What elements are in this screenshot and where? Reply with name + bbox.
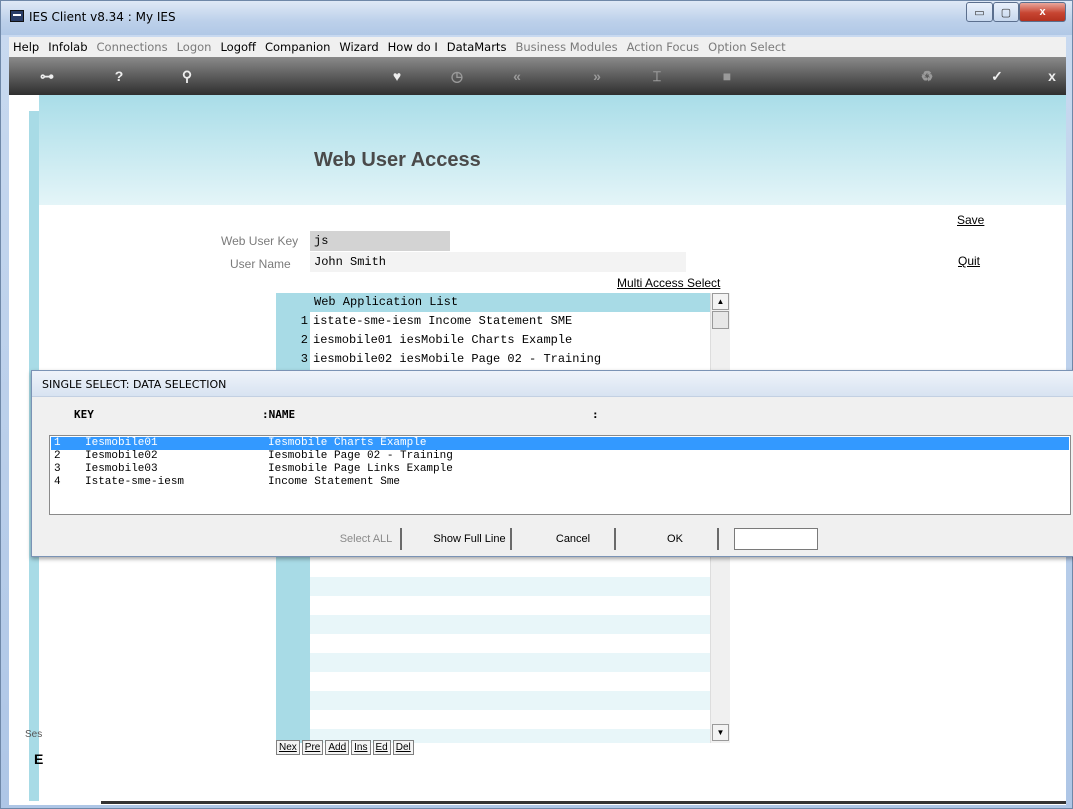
status-divider: [101, 801, 1066, 804]
title-bar[interactable]: IES Client v8.34 : My IES ▭ ▢ x: [1, 1, 1072, 35]
help-icon[interactable]: ?: [109, 66, 129, 86]
dialog-column-headers: KEY :NAME :: [32, 399, 1073, 429]
exit-icon[interactable]: x: [1042, 66, 1062, 86]
delete-button[interactable]: Del: [392, 740, 414, 755]
save-link[interactable]: Save: [957, 213, 984, 227]
maximize-button[interactable]: ▢: [993, 2, 1019, 22]
row-key: Iesmobile01: [85, 437, 158, 449]
toolbar: ⊶ ? ⚲ ♥ ◷ « » ⌶ ■ ♻ ✓ x: [9, 57, 1066, 95]
window-title: IES Client v8.34 : My IES: [29, 10, 176, 24]
list-item[interactable]: 4 Istate-sme-iesm Income Statement Sme: [51, 476, 1069, 489]
multi-access-select-link[interactable]: Multi Access Select: [617, 276, 720, 290]
rewind-icon[interactable]: «: [507, 66, 527, 86]
user-name-input[interactable]: John Smith: [310, 252, 686, 272]
row-key: Iesmobile03: [85, 463, 158, 475]
next-button[interactable]: Nex: [276, 740, 300, 755]
list-item[interactable]: 3 Iesmobile03 Iesmobile Page Links Examp…: [51, 463, 1069, 476]
menu-infolab[interactable]: Infolab: [48, 40, 87, 54]
quit-link[interactable]: Quit: [958, 254, 980, 268]
menu-datamarts[interactable]: DataMarts: [447, 40, 507, 54]
empty-row[interactable]: [310, 577, 710, 596]
recycle-icon[interactable]: ♻: [917, 66, 937, 86]
dialog-text-input[interactable]: [734, 528, 818, 550]
list-item[interactable]: 1 Iesmobile01 Iesmobile Charts Example: [51, 437, 1069, 450]
empty-row[interactable]: [310, 691, 710, 710]
row-name: Iesmobile Page Links Example: [268, 463, 453, 475]
close-button[interactable]: x: [1019, 2, 1066, 22]
user-name-label: User Name: [230, 257, 291, 271]
dialog-button-bar: Select ALL Show Full Line Cancel OK: [32, 528, 1073, 552]
web-user-key-input[interactable]: js: [310, 231, 450, 251]
single-select-dialog: SINGLE SELECT: DATA SELECTION KEY :NAME …: [31, 370, 1073, 557]
row-number: 3: [300, 352, 308, 366]
page-title: Web User Access: [314, 149, 481, 171]
show-full-line-button[interactable]: Show Full Line: [429, 528, 512, 550]
check-icon[interactable]: ✓: [987, 66, 1007, 86]
web-user-key-label: Web User Key: [221, 234, 299, 248]
selection-list: 1 Iesmobile01 Iesmobile Charts Example 2…: [49, 435, 1071, 515]
ok-button[interactable]: OK: [633, 528, 719, 550]
row-number: 2: [54, 450, 61, 462]
extra-column-header: :: [592, 408, 599, 421]
key-column-header: KEY: [74, 408, 94, 421]
row-text: iesmobile02 iesMobile Page 02 - Training: [313, 352, 602, 366]
clock-icon[interactable]: ◷: [447, 66, 467, 86]
menu-how-do-i[interactable]: How do I: [388, 40, 438, 54]
previous-button[interactable]: Pre: [301, 740, 324, 755]
menu-bar: Help Infolab Connections Logon Logoff Co…: [9, 37, 1066, 57]
row-key: Istate-sme-iesm: [85, 476, 185, 488]
row-text: istate-sme-iesm Income Statement SME: [313, 314, 573, 328]
scroll-up-button[interactable]: ▲: [712, 293, 729, 310]
empty-row[interactable]: [310, 653, 710, 672]
list-item[interactable]: 2 iesmobile01 iesMobile Charts Example: [276, 331, 710, 350]
add-button[interactable]: Add: [325, 740, 350, 755]
list-header: Web Application List: [310, 293, 710, 312]
app-window: IES Client v8.34 : My IES ▭ ▢ x Help Inf…: [0, 0, 1073, 809]
menu-connections[interactable]: Connections: [97, 40, 168, 54]
app-icon[interactable]: [10, 10, 24, 22]
menu-business-modules[interactable]: Business Modules: [515, 40, 617, 54]
menu-option-select[interactable]: Option Select: [708, 40, 786, 54]
list-item[interactable]: 3 iesmobile02 iesMobile Page 02 - Traini…: [276, 350, 710, 369]
row-name: Iesmobile Charts Example: [268, 437, 427, 449]
menu-help[interactable]: Help: [13, 40, 39, 54]
search-icon[interactable]: ⚲: [177, 66, 197, 86]
menu-action-focus[interactable]: Action Focus: [627, 40, 700, 54]
row-number: 1: [54, 437, 61, 449]
menu-logon[interactable]: Logon: [177, 40, 212, 54]
row-name: Iesmobile Page 02 - Training: [268, 450, 453, 462]
minimize-button[interactable]: ▭: [966, 2, 993, 22]
scroll-thumb[interactable]: [712, 311, 729, 329]
row-name: Income Statement Sme: [268, 476, 401, 488]
edit-button[interactable]: Ed: [372, 740, 391, 755]
list-item[interactable]: 2 Iesmobile02 Iesmobile Page 02 - Traini…: [51, 450, 1069, 463]
row-number: 2: [300, 333, 308, 347]
menu-logoff[interactable]: Logoff: [220, 40, 256, 54]
insert-button[interactable]: Ins: [351, 740, 371, 755]
cancel-button[interactable]: Cancel: [532, 528, 616, 550]
menu-companion[interactable]: Companion: [265, 40, 330, 54]
stop-icon[interactable]: ■: [717, 66, 737, 86]
scroll-down-button[interactable]: ▼: [712, 724, 729, 741]
menu-wizard[interactable]: Wizard: [339, 40, 378, 54]
select-all-button[interactable]: Select ALL: [332, 528, 402, 550]
session-icon[interactable]: E: [34, 751, 43, 767]
dialog-title[interactable]: SINGLE SELECT: DATA SELECTION: [32, 371, 1073, 397]
session-label: Ses: [25, 729, 43, 740]
header-banner: [39, 95, 1066, 205]
row-key: Iesmobile02: [85, 450, 158, 462]
tools-icon[interactable]: ⌶: [647, 66, 667, 86]
list-item[interactable]: 1 istate-sme-iesm Income Statement SME: [276, 312, 710, 331]
key-icon[interactable]: ⊶: [35, 66, 59, 86]
row-text: iesmobile01 iesMobile Charts Example: [313, 333, 573, 347]
heart-icon[interactable]: ♥: [387, 66, 407, 86]
row-number: 3: [54, 463, 61, 475]
name-column-header: :NAME: [262, 408, 296, 421]
forward-icon[interactable]: »: [587, 66, 607, 86]
row-number: 1: [300, 314, 308, 328]
record-nav-buttons: Nex Pre Add Ins Ed Del: [276, 740, 416, 755]
empty-row[interactable]: [310, 615, 710, 634]
row-number: 4: [54, 476, 61, 488]
